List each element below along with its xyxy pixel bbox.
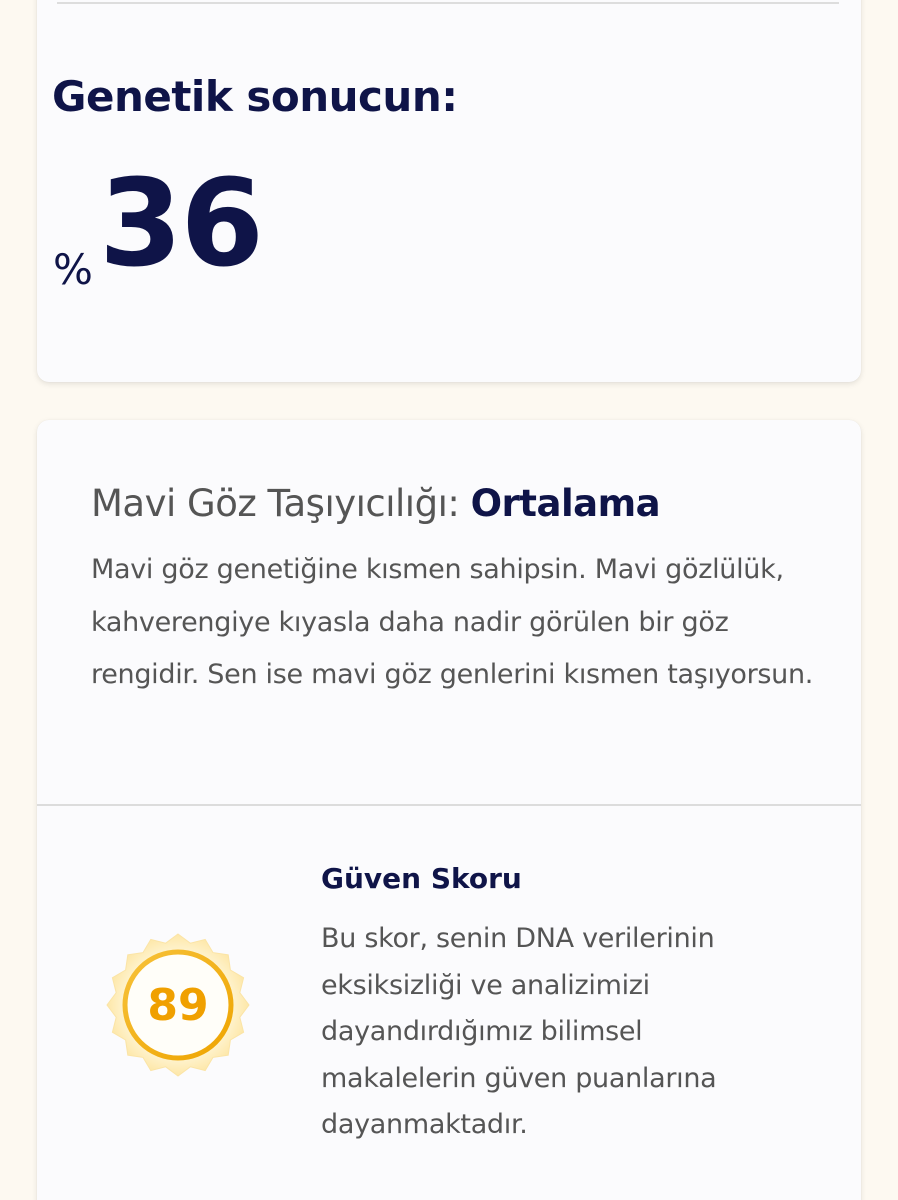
result-percentage: 36 bbox=[99, 155, 264, 294]
confidence-title: Güven Skoru bbox=[321, 862, 522, 895]
trait-label: Mavi Göz Taşıyıcılığı: bbox=[91, 482, 460, 525]
confidence-score: 89 bbox=[147, 979, 209, 1031]
trait-level: Ortalama bbox=[470, 482, 661, 525]
confidence-description: Bu skor, senin DNA verilerinin eksiksizl… bbox=[321, 923, 717, 1140]
divider bbox=[37, 804, 861, 806]
genetic-result-card: Genetik sonucun: % 36 bbox=[37, 0, 861, 382]
trait-description: Mavi göz genetiğine kısmen sahipsin. Mav… bbox=[91, 554, 814, 690]
divider bbox=[57, 2, 839, 4]
confidence-badge: 89 bbox=[105, 932, 251, 1078]
result-title: Genetik sonucun: bbox=[52, 72, 458, 121]
trait-heading: Mavi Göz Taşıyıcılığı: Ortalama bbox=[91, 482, 661, 525]
trait-detail-card: Mavi Göz Taşıyıcılığı: Ortalama Mavi göz… bbox=[37, 420, 861, 1200]
percent-symbol: % bbox=[53, 245, 93, 294]
